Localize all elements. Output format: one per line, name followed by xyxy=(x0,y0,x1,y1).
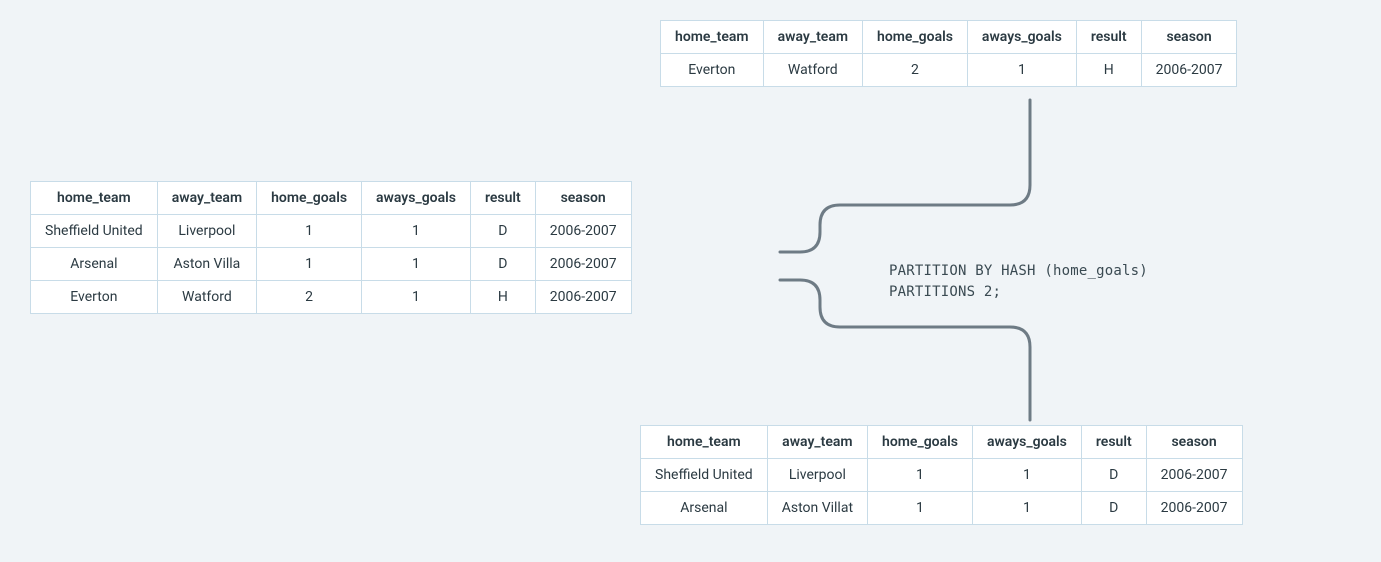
col-season: season xyxy=(535,182,631,215)
cell: 1 xyxy=(868,459,973,492)
cell: H xyxy=(470,281,535,314)
cell: 2006-2007 xyxy=(1141,54,1237,87)
cell: 1 xyxy=(362,248,471,281)
cell: D xyxy=(470,215,535,248)
sql-line-1: PARTITION BY HASH (home_goals) xyxy=(889,261,1148,282)
col-aways-goals: aways_goals xyxy=(972,426,1081,459)
partition-top-table: home_team away_team home_goals aways_goa… xyxy=(660,20,1237,87)
cell: 1 xyxy=(868,492,973,525)
cell: Everton xyxy=(661,54,764,87)
cell: D xyxy=(470,248,535,281)
connector-top xyxy=(780,100,1030,252)
col-home-team: home_team xyxy=(661,21,764,54)
table-row: Sheffield United Liverpool 1 1 D 2006-20… xyxy=(31,215,632,248)
table-row: Sheffield United Liverpool 1 1 D 2006-20… xyxy=(641,459,1243,492)
col-season: season xyxy=(1141,21,1237,54)
cell: 2006-2007 xyxy=(535,248,631,281)
cell: 1 xyxy=(967,54,1076,87)
cell: Aston Villat xyxy=(767,492,867,525)
cell: Aston Villa xyxy=(157,248,256,281)
col-away-team: away_team xyxy=(767,426,867,459)
cell: H xyxy=(1076,54,1141,87)
cell: 2006-2007 xyxy=(1146,492,1242,525)
col-away-team: away_team xyxy=(763,21,862,54)
cell: Arsenal xyxy=(31,248,158,281)
table-row: Everton Watford 2 1 H 2006-2007 xyxy=(31,281,632,314)
cell: 1 xyxy=(972,492,1081,525)
cell: Watford xyxy=(763,54,862,87)
col-home-goals: home_goals xyxy=(257,182,362,215)
cell: Sheffield United xyxy=(641,459,768,492)
table-row: Everton Watford 2 1 H 2006-2007 xyxy=(661,54,1237,87)
partition-bottom-table: home_team away_team home_goals aways_goa… xyxy=(640,425,1243,525)
cell: D xyxy=(1081,459,1146,492)
cell: 1 xyxy=(362,281,471,314)
col-aways-goals: aways_goals xyxy=(362,182,471,215)
table-row: Arsenal Aston Villat 1 1 D 2006-2007 xyxy=(641,492,1243,525)
partition-sql: PARTITION BY HASH (home_goals) PARTITION… xyxy=(889,261,1148,303)
cell: Everton xyxy=(31,281,158,314)
cell: 2006-2007 xyxy=(535,215,631,248)
col-home-team: home_team xyxy=(31,182,158,215)
cell: D xyxy=(1081,492,1146,525)
source-table: home_team away_team home_goals aways_goa… xyxy=(30,181,632,314)
col-result: result xyxy=(1076,21,1141,54)
header-row: home_team away_team home_goals aways_goa… xyxy=(661,21,1237,54)
col-home-goals: home_goals xyxy=(868,426,973,459)
cell: 1 xyxy=(362,215,471,248)
col-result: result xyxy=(1081,426,1146,459)
header-row: home_team away_team home_goals aways_goa… xyxy=(31,182,632,215)
col-result: result xyxy=(470,182,535,215)
col-home-goals: home_goals xyxy=(863,21,968,54)
cell: Liverpool xyxy=(767,459,867,492)
col-home-team: home_team xyxy=(641,426,768,459)
col-aways-goals: aways_goals xyxy=(967,21,1076,54)
cell: 2006-2007 xyxy=(1146,459,1242,492)
sql-line-2: PARTITIONS 2; xyxy=(889,282,1148,303)
col-away-team: away_team xyxy=(157,182,256,215)
cell: 1 xyxy=(257,215,362,248)
cell: Arsenal xyxy=(641,492,768,525)
table-row: Arsenal Aston Villa 1 1 D 2006-2007 xyxy=(31,248,632,281)
cell: 1 xyxy=(257,248,362,281)
col-season: season xyxy=(1146,426,1242,459)
cell: 2 xyxy=(863,54,968,87)
cell: Watford xyxy=(157,281,256,314)
cell: 1 xyxy=(972,459,1081,492)
cell: Sheffield United xyxy=(31,215,158,248)
header-row: home_team away_team home_goals aways_goa… xyxy=(641,426,1243,459)
cell: 2006-2007 xyxy=(535,281,631,314)
cell: Liverpool xyxy=(157,215,256,248)
cell: 2 xyxy=(257,281,362,314)
